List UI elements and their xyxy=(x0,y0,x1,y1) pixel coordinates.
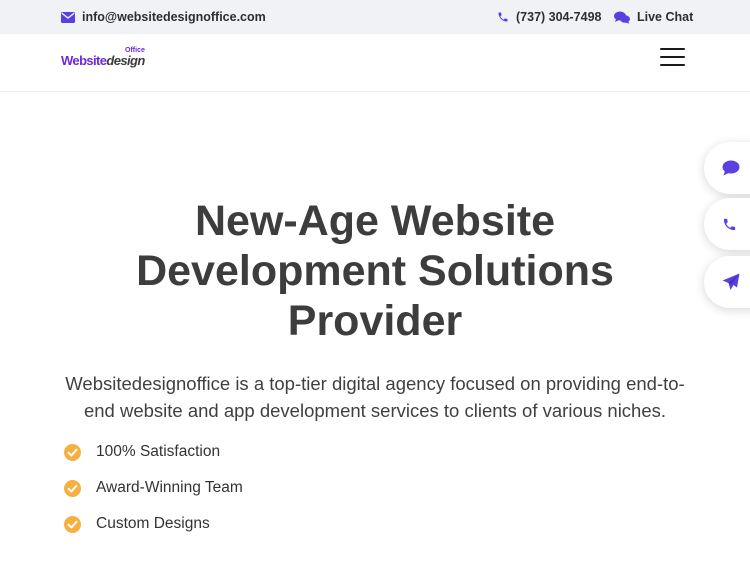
email-link[interactable]: info@websitedesignoffice.com xyxy=(61,0,266,34)
live-chat-label: Live Chat xyxy=(637,10,694,24)
hamburger-menu-icon[interactable] xyxy=(660,47,686,67)
floating-phone-button[interactable] xyxy=(704,198,750,250)
feature-item: Custom Designs xyxy=(64,506,243,542)
paper-plane-icon xyxy=(722,273,740,290)
feature-item: 100% Satisfaction xyxy=(64,434,243,470)
phone-text: (737) 304-7498 xyxy=(516,10,602,24)
hero-title-line2: Development Solutions xyxy=(136,247,614,295)
phone-icon xyxy=(498,12,508,22)
menu-bar-bottom xyxy=(660,64,685,66)
feature-label: Award-Winning Team xyxy=(96,479,243,496)
logo-superscript: Office xyxy=(125,47,145,54)
chat-icon xyxy=(722,160,740,176)
site-logo[interactable]: Websitedesign Office xyxy=(61,47,151,73)
email-text: info@websitedesignoffice.com xyxy=(82,10,266,24)
envelope-icon xyxy=(61,11,75,23)
feature-label: 100% Satisfaction xyxy=(96,443,221,460)
site-header: Websitedesign Office xyxy=(0,34,750,92)
logo-word-secondary: design xyxy=(106,53,145,68)
logo-wordmark: Websitedesign xyxy=(61,53,145,68)
check-circle-icon xyxy=(64,515,81,533)
check-circle-icon xyxy=(64,443,81,461)
menu-bar-middle xyxy=(660,56,685,58)
feature-list: 100% Satisfaction Award-Winning Team Cus… xyxy=(64,434,243,542)
floating-send-button[interactable] xyxy=(704,256,750,308)
top-bar: info@websitedesignoffice.com (737) 304-7… xyxy=(0,0,750,34)
hero-description: Websitedesignoffice is a top-tier digita… xyxy=(65,373,685,421)
hero-title: New-Age Website Development Solutions Pr… xyxy=(75,196,675,346)
chat-bubbles-icon xyxy=(614,11,630,24)
hero-title-line1: New-Age Website xyxy=(195,197,555,245)
hero-title-line3: Provider xyxy=(287,297,463,345)
phone-link[interactable]: (737) 304-7498 xyxy=(497,0,601,34)
phone-icon xyxy=(723,218,736,230)
menu-bar-top xyxy=(660,48,685,50)
check-circle-icon xyxy=(64,479,81,497)
floating-chat-button[interactable] xyxy=(704,142,750,194)
feature-label: Custom Designs xyxy=(96,515,210,532)
live-chat-link[interactable]: Live Chat xyxy=(614,0,693,34)
logo-word-primary: Website xyxy=(61,53,107,68)
feature-item: Award-Winning Team xyxy=(64,470,243,506)
